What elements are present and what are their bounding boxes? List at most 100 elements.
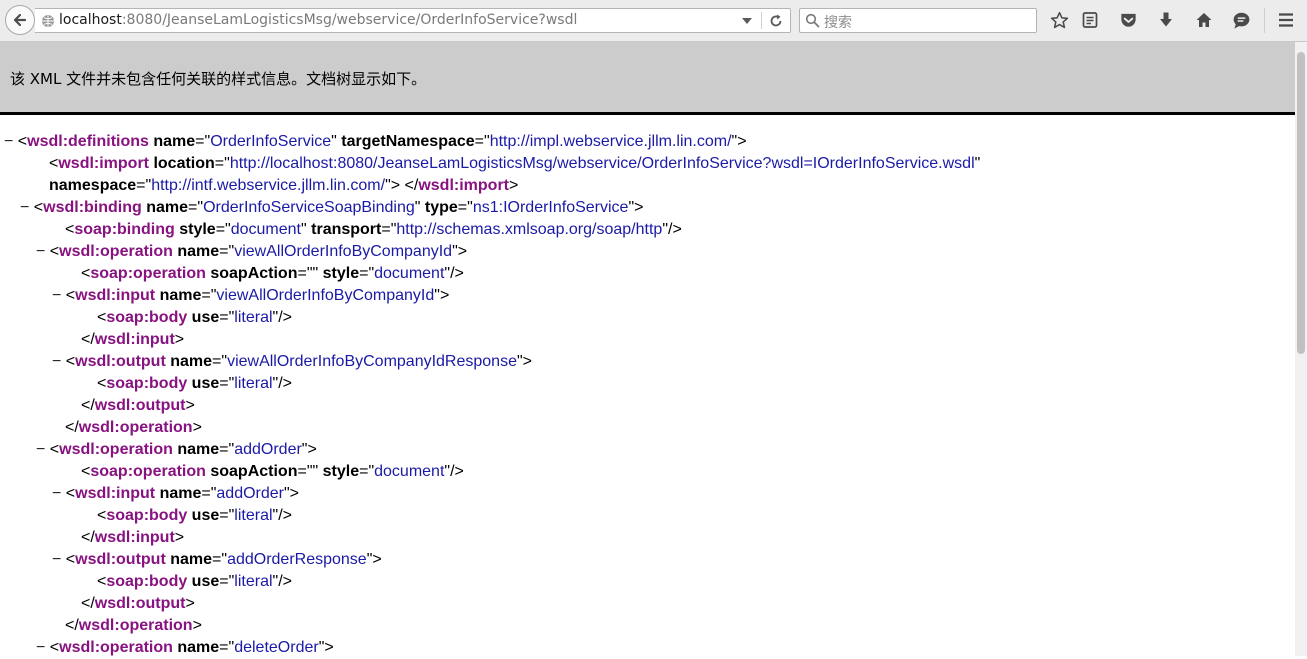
xml-attribute-name: name <box>172 639 220 656</box>
xml-punctuation: "/> <box>272 573 292 590</box>
globe-icon <box>42 15 54 27</box>
xml-punctuation: < <box>65 287 76 304</box>
xml-line: namespace="http://intf.webservice.jllm.l… <box>49 175 518 197</box>
collapse-toggle[interactable]: − <box>52 485 66 502</box>
xml-punctuation: < <box>97 375 107 392</box>
xml-tag-name: soap:body <box>106 507 188 524</box>
xml-punctuation: </ <box>81 595 95 612</box>
url-text: localhost:8080/JeanseLamLogisticsMsg/web… <box>59 12 577 28</box>
pocket-icon[interactable] <box>1118 10 1138 30</box>
xml-attribute-name: soapAction <box>205 265 298 282</box>
xml-tag-name: soap:operation <box>90 265 206 282</box>
menu-icon[interactable] <box>1276 10 1296 30</box>
xml-punctuation: < <box>49 243 60 260</box>
url-dropdown-icon[interactable] <box>741 17 753 25</box>
search-bar[interactable]: 搜索 <box>799 8 1037 33</box>
xml-tag-name: wsdl:operation <box>59 243 173 260</box>
xml-punctuation: " <box>974 155 981 172</box>
xml-tag-name: soap:binding <box>74 221 175 238</box>
xml-line: − <wsdl:output name="viewAllOrderInfoByC… <box>52 351 532 373</box>
xml-punctuation: </ <box>65 617 79 634</box>
xml-attribute-name: name <box>165 353 213 370</box>
xml-attribute-value: literal <box>234 507 273 524</box>
xml-punctuation: < <box>65 353 76 370</box>
toolbar-divider <box>1264 8 1265 33</box>
xml-info-message: 该 XML 文件并未包含任何关联的样式信息。文档树显示如下。 <box>10 70 427 88</box>
xml-tag-name: wsdl:operation <box>78 617 193 634</box>
collapse-toggle[interactable]: − <box>52 551 66 568</box>
xml-tag-name: soap:body <box>106 573 188 590</box>
xml-punctuation: ="" <box>297 463 319 480</box>
collapse-toggle[interactable]: − <box>36 441 50 458</box>
xml-attribute-value: http://localhost:8080/JeanseLamLogistics… <box>229 155 975 172</box>
xml-punctuation: =" <box>381 221 397 238</box>
xml-tag-name: soap:body <box>106 375 188 392</box>
xml-tag-name: wsdl:operation <box>78 419 193 436</box>
xml-punctuation: "> <box>366 551 382 568</box>
url-path: :8080/JeanseLamLogisticsMsg/webservice/O… <box>121 12 578 28</box>
xml-line: − <wsdl:output name="addOrderResponse"> <box>52 549 382 571</box>
collapse-toggle[interactable]: − <box>36 639 50 656</box>
xml-attribute-value: viewAllOrderInfoByCompanyId <box>234 243 453 260</box>
xml-punctuation: </ <box>81 529 95 546</box>
collapse-toggle[interactable]: − <box>52 287 66 304</box>
collapse-toggle[interactable]: − <box>20 199 34 216</box>
xml-attribute-name: soapAction <box>205 463 298 480</box>
xml-tag-name: wsdl:output <box>75 551 166 568</box>
xml-attribute-name: use <box>187 573 220 590</box>
xml-punctuation: "/> <box>272 507 292 524</box>
xml-attribute-name: style <box>174 221 216 238</box>
scrollbar-thumb[interactable] <box>1297 52 1305 354</box>
reading-list-icon[interactable] <box>1080 10 1100 30</box>
collapse-toggle[interactable]: − <box>36 243 50 260</box>
xml-punctuation: "> <box>452 243 468 260</box>
xml-line: − <wsdl:operation name="viewAllOrderInfo… <box>36 241 467 263</box>
xml-punctuation: < <box>81 463 91 480</box>
xml-attribute-name: style <box>318 463 360 480</box>
home-icon[interactable] <box>1194 10 1214 30</box>
xml-attribute-name: name <box>172 243 220 260</box>
xml-punctuation: </ <box>81 331 95 348</box>
xml-attribute-value: viewAllOrderInfoByCompanyId <box>216 287 435 304</box>
downloads-icon[interactable] <box>1156 10 1176 30</box>
xml-attribute-name: namespace <box>49 177 137 194</box>
browser-toolbar: localhost:8080/JeanseLamLogisticsMsg/web… <box>0 0 1307 42</box>
xml-punctuation: < <box>49 639 60 656</box>
xml-punctuation: "/> <box>272 309 292 326</box>
xml-tag-name: wsdl:operation <box>59 441 173 458</box>
xml-line: <soap:operation soapAction="" style="doc… <box>81 263 464 285</box>
xml-attribute-value: addOrder <box>234 441 302 458</box>
vertical-scrollbar[interactable] <box>1295 42 1307 656</box>
xml-punctuation: =" <box>219 243 235 260</box>
chat-icon[interactable] <box>1231 10 1251 30</box>
xml-attribute-name: style <box>318 265 360 282</box>
xml-line: </wsdl:input> <box>81 527 184 549</box>
xml-punctuation: > <box>192 617 202 634</box>
reload-icon[interactable] <box>768 13 784 29</box>
xml-attribute-name: name <box>148 133 196 150</box>
collapse-toggle[interactable]: − <box>52 353 66 370</box>
xml-punctuation: =" <box>474 133 490 150</box>
xml-tag-name: wsdl:import <box>58 155 150 172</box>
xml-attribute-name: use <box>187 375 220 392</box>
url-bar[interactable]: localhost:8080/JeanseLamLogisticsMsg/web… <box>35 8 791 33</box>
xml-attribute-name: targetNamespace <box>336 133 475 150</box>
xml-punctuation: =" <box>212 353 228 370</box>
xml-punctuation: < <box>49 155 59 172</box>
xml-attribute-name: transport <box>306 221 382 238</box>
xml-punctuation: =" <box>219 573 235 590</box>
xml-tag-name: wsdl:output <box>94 397 186 414</box>
xml-punctuation: "> <box>731 133 747 150</box>
xml-attribute-name: name <box>155 485 202 502</box>
xml-attribute-value: OrderInfoService <box>210 133 332 150</box>
back-button[interactable] <box>5 5 35 35</box>
search-icon <box>805 13 820 28</box>
collapse-toggle[interactable]: − <box>4 133 18 150</box>
xml-line: </wsdl:output> <box>81 395 195 417</box>
xml-line: − <wsdl:definitions name="OrderInfoServi… <box>4 131 747 153</box>
bookmark-star-icon[interactable] <box>1049 10 1069 30</box>
xml-punctuation: < <box>81 265 91 282</box>
xml-attribute-name: name <box>165 551 213 568</box>
xml-line: <soap:body use="literal"/> <box>97 307 292 329</box>
xml-punctuation: < <box>17 133 28 150</box>
